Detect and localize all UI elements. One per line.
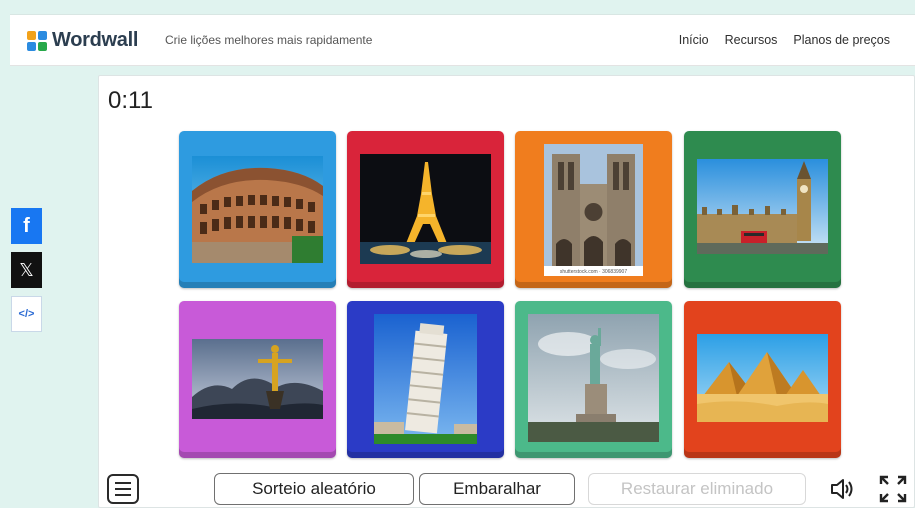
card-statue-of-liberty[interactable] (515, 301, 672, 458)
game-panel: 0:11 shutterstock.com · 306839907 Sortei… (98, 75, 915, 508)
menu-icon-line (115, 494, 131, 496)
fullscreen-icon (879, 475, 907, 503)
menu-button[interactable] (107, 474, 139, 504)
pyramids-of-giza-image (697, 334, 828, 422)
statue-of-liberty-image (528, 314, 659, 442)
tagline: Crie lições melhores mais rapidamente (165, 33, 373, 47)
leaning-tower-of-pisa-image (374, 314, 477, 444)
menu-icon (115, 482, 131, 484)
random-draw-button[interactable]: Sorteio aleatório (214, 473, 414, 505)
card-christ-the-redeemer[interactable] (179, 301, 336, 458)
fullscreen-button[interactable] (878, 474, 908, 504)
wordwall-logo[interactable]: Wordwall (27, 29, 138, 52)
christ-the-redeemer-image (192, 339, 323, 419)
top-nav: Início Recursos Planos de preços (679, 33, 890, 47)
facebook-share-button[interactable]: f (11, 208, 42, 244)
big-ben-image (697, 159, 828, 254)
facebook-icon: f (23, 214, 30, 237)
card-big-ben[interactable] (684, 131, 841, 288)
embed-button[interactable]: </> (11, 296, 42, 332)
colosseum-image (192, 156, 323, 263)
nav-recursos[interactable]: Recursos (725, 33, 778, 47)
game-timer: 0:11 (108, 87, 153, 114)
eiffel-tower-image (360, 154, 491, 264)
menu-icon-line (115, 488, 131, 490)
header-bar: Wordwall Crie lições melhores mais rapid… (10, 14, 915, 66)
wordwall-logo-icon (27, 30, 47, 51)
nav-inicio[interactable]: Início (679, 33, 709, 47)
card-pyramids-of-giza[interactable] (684, 301, 841, 458)
card-eiffel-tower[interactable] (347, 131, 504, 288)
x-icon: 𝕏 (19, 259, 34, 280)
sound-button[interactable] (829, 476, 855, 502)
embed-icon: </> (18, 308, 35, 320)
brand-name: Wordwall (52, 29, 139, 51)
speaker-icon (831, 479, 853, 499)
shuffle-button[interactable]: Embaralhar (419, 473, 575, 505)
nav-planos-de-precos[interactable]: Planos de preços (793, 33, 890, 47)
card-notre-dame[interactable]: shutterstock.com · 306839907 (515, 131, 672, 288)
notre-dame-image: shutterstock.com · 306839907 (544, 144, 643, 276)
card-leaning-tower-of-pisa[interactable] (347, 301, 504, 458)
x-share-button[interactable]: 𝕏 (11, 252, 42, 288)
photo-caption: shutterstock.com · 306839907 (560, 269, 627, 275)
restore-removed-button[interactable]: Restaurar eliminado (588, 473, 806, 505)
card-colosseum[interactable] (179, 131, 336, 288)
